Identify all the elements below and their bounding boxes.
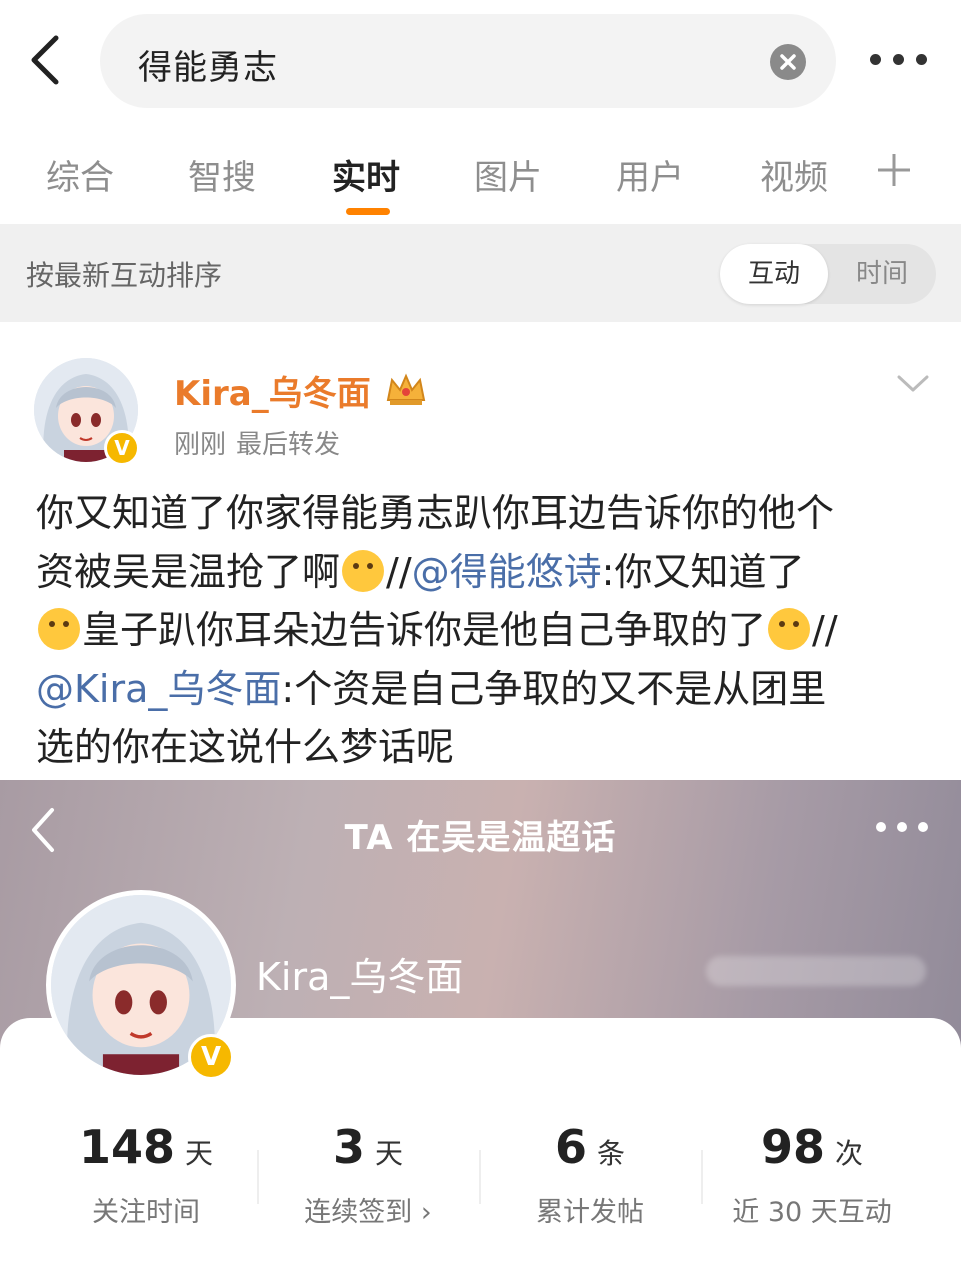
back-button[interactable] (22, 32, 70, 88)
sort-option-time[interactable]: 时间 (828, 244, 936, 304)
post-menu-button[interactable] (896, 374, 930, 394)
tab-images[interactable]: 图片 (474, 150, 542, 199)
post-meta: 刚刚 最后转发 (174, 424, 350, 461)
post-action: 最后转发 (236, 430, 341, 460)
card-more-icon (874, 820, 930, 836)
crying-emoji-icon (342, 549, 385, 592)
clear-search-button[interactable] (770, 44, 806, 80)
add-tab-button[interactable] (874, 150, 914, 190)
sort-label: 按最新互动排序 (26, 259, 223, 292)
post-line: 你又知道了你家得能勇志趴你耳边告诉你的他个 (36, 491, 835, 535)
search-query: 得能勇志 (138, 48, 278, 88)
verified-badge: V (104, 430, 140, 466)
tab-users[interactable]: 用户 (616, 150, 684, 199)
post-username[interactable]: Kira_乌冬面 (174, 366, 371, 415)
chevron-left-icon (31, 35, 59, 85)
post-line: 皇子趴你耳朵边告诉你是他自己争取的了// (36, 601, 928, 660)
mention-link[interactable]: @得能悠诗 (412, 550, 602, 594)
stat-follow-days: 148 天 关注时间 (78, 1120, 214, 1228)
tongue-emoji-icon (38, 608, 80, 650)
active-tab-indicator (346, 208, 390, 215)
laughing-emoji-icon (768, 608, 811, 650)
sort-bar: 按最新互动排序 互动 时间 (0, 224, 961, 322)
post-line: 资被吴是温抢了啊//@得能悠诗:你又知道了 (36, 549, 805, 594)
post-line: @Kira_乌冬面:个资是自己争取的又不是从团里 (36, 666, 827, 711)
sort-option-interaction[interactable]: 互动 (720, 244, 828, 304)
stat-checkin-streak[interactable]: 3天 连续签到 › (248, 1120, 488, 1229)
supertopic-card: TA 在吴是温超话 Kira_乌冬面 V 148 天 关注时间 3天 连续签到 ›… (0, 780, 961, 1280)
chevron-down-icon (897, 375, 929, 392)
card-title: TA 在吴是温超话 (344, 818, 617, 858)
search-tabs: 综合 智搜 实时 图片 用户 视频 (0, 120, 961, 224)
tab-videos[interactable]: 视频 (760, 150, 830, 199)
card-username: Kira_乌冬面 (256, 955, 464, 999)
search-input[interactable]: 得能勇志 (100, 14, 836, 108)
crown-badge-icon (386, 373, 426, 405)
stat-total-posts: 6条 累计发帖 (536, 1120, 644, 1228)
plus-icon (878, 154, 910, 186)
tab-smart-search[interactable]: 智搜 (188, 150, 256, 199)
sort-toggle: 互动 时间 (720, 244, 936, 304)
verified-badge: V (188, 1034, 234, 1080)
stat-interactions-30d: 98 次 近 30 天互动 (732, 1120, 892, 1228)
tab-realtime[interactable]: 实时 (332, 150, 400, 199)
post-time: 刚刚 (174, 430, 227, 460)
post-line: 选的你在这说什么梦话呢 (36, 725, 455, 769)
close-icon (780, 54, 796, 70)
search-header: 得能勇志 (0, 0, 961, 120)
tab-comprehensive[interactable]: 综合 (46, 150, 114, 199)
post-card: V Kira_乌冬面 刚刚 最后转发 你又知道了你家得能勇志趴你耳边告诉你的他个 … (0, 322, 961, 780)
more-options-button[interactable] (866, 44, 932, 74)
mention-link[interactable]: @Kira_乌冬面 (36, 667, 281, 711)
post-text: 你又知道了你家得能勇志趴你耳边告诉你的他个 资被吴是温抢了啊//@得能悠诗:你又… (36, 484, 928, 777)
blurred-text (706, 956, 926, 986)
